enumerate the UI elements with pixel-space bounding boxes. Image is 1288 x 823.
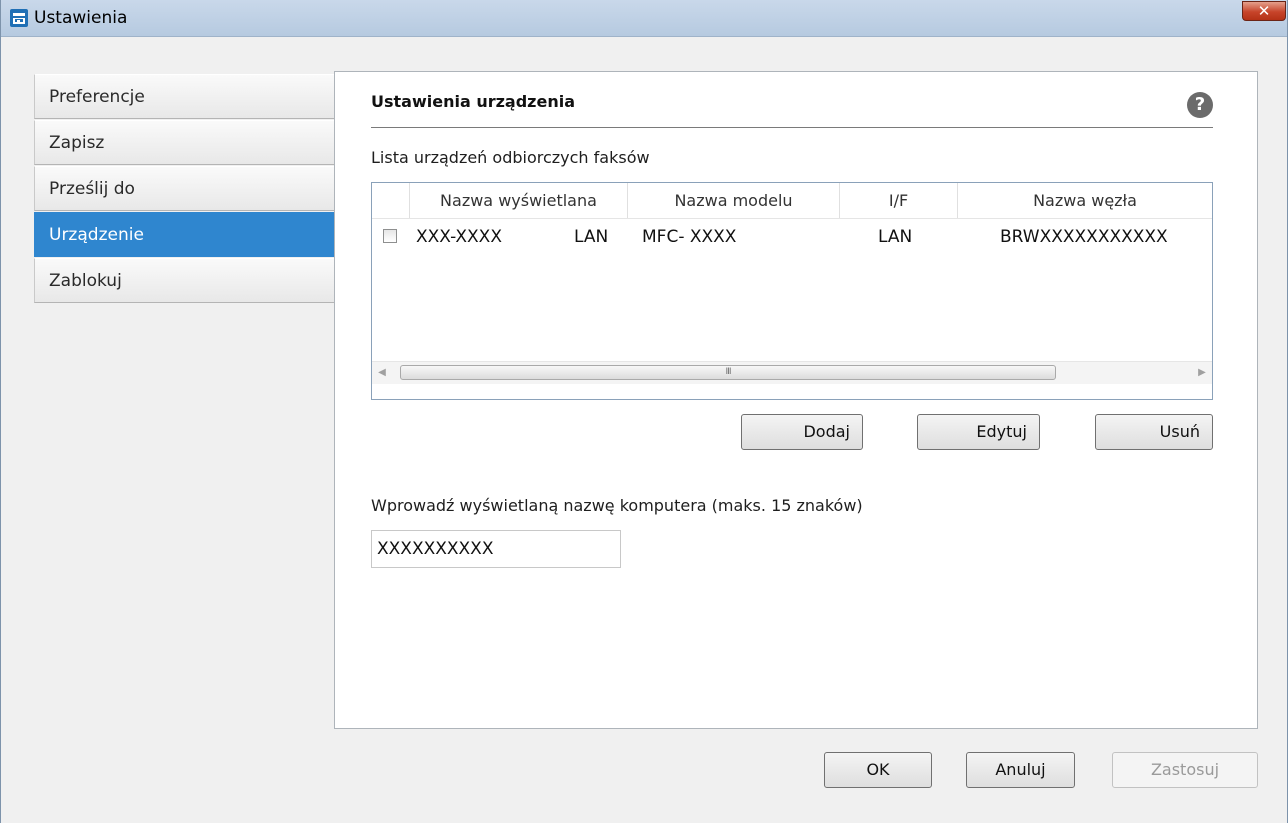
edit-button[interactable]: Edytuj bbox=[917, 414, 1040, 450]
scroll-thumb[interactable]: III bbox=[400, 365, 1056, 380]
column-header-display-name[interactable]: Nazwa wyświetlana bbox=[410, 183, 628, 218]
pc-name-input[interactable] bbox=[371, 530, 621, 568]
sidebar-item-device[interactable]: Urządzenie bbox=[34, 212, 335, 257]
column-header-select bbox=[372, 183, 410, 218]
sidebar-item-save[interactable]: Zapisz bbox=[34, 120, 335, 165]
row-display-name: XXX-XXXX bbox=[416, 227, 502, 247]
sidebar-item-lock[interactable]: Zablokuj bbox=[34, 258, 335, 303]
close-button[interactable]: ✕ bbox=[1242, 1, 1286, 21]
section-title: Ustawienia urządzenia bbox=[371, 92, 575, 111]
fax-device-list-label: Lista urządzeń odbiorczych faksów bbox=[371, 148, 650, 167]
settings-window: Ustawienia ✕ Preferencje Zapisz Prześlij… bbox=[0, 0, 1288, 823]
device-settings-panel: Ustawienia urządzenia ? Lista urządzeń o… bbox=[334, 71, 1258, 729]
ok-button[interactable]: OK bbox=[824, 752, 932, 788]
row-display-suffix: LAN bbox=[574, 227, 609, 247]
sidebar-item-send-to[interactable]: Prześlij do bbox=[34, 166, 335, 211]
column-header-model-name[interactable]: Nazwa modelu bbox=[628, 183, 840, 218]
sidebar: Preferencje Zapisz Prześlij do Urządzeni… bbox=[34, 74, 335, 304]
scroll-left-arrow-icon[interactable]: ◀ bbox=[372, 362, 392, 384]
help-icon[interactable]: ? bbox=[1187, 92, 1213, 118]
sidebar-item-preferences[interactable]: Preferencje bbox=[34, 74, 335, 119]
table-row[interactable]: XXX-XXXX LAN MFC- XXXX LAN BRWXXXXXXXXXX… bbox=[372, 219, 1212, 255]
add-button[interactable]: Dodaj bbox=[741, 414, 863, 450]
row-model-name: MFC- XXXX bbox=[642, 227, 737, 247]
cancel-button[interactable]: Anuluj bbox=[966, 752, 1075, 788]
row-checkbox[interactable] bbox=[383, 229, 397, 243]
window-title: Ustawienia bbox=[34, 8, 128, 28]
pc-name-label: Wprowadź wyświetlaną nazwę komputera (ma… bbox=[371, 496, 863, 515]
title-bar: Ustawienia ✕ bbox=[1, 0, 1287, 37]
section-divider bbox=[371, 127, 1213, 128]
fax-device-table: Nazwa wyświetlana Nazwa modelu I/F Nazwa… bbox=[371, 182, 1213, 400]
delete-button[interactable]: Usuń bbox=[1095, 414, 1213, 450]
apply-button[interactable]: Zastosuj bbox=[1112, 752, 1258, 788]
scroll-right-arrow-icon[interactable]: ▶ bbox=[1192, 362, 1212, 384]
table-header: Nazwa wyświetlana Nazwa modelu I/F Nazwa… bbox=[372, 183, 1212, 219]
column-header-node-name[interactable]: Nazwa węzła bbox=[958, 183, 1212, 218]
horizontal-scrollbar[interactable]: ◀ III ▶ bbox=[372, 361, 1212, 384]
row-interface: LAN bbox=[878, 227, 913, 247]
row-node-name: BRWXXXXXXXXXXX bbox=[1000, 227, 1168, 247]
column-header-interface[interactable]: I/F bbox=[840, 183, 958, 218]
app-icon bbox=[10, 9, 28, 27]
